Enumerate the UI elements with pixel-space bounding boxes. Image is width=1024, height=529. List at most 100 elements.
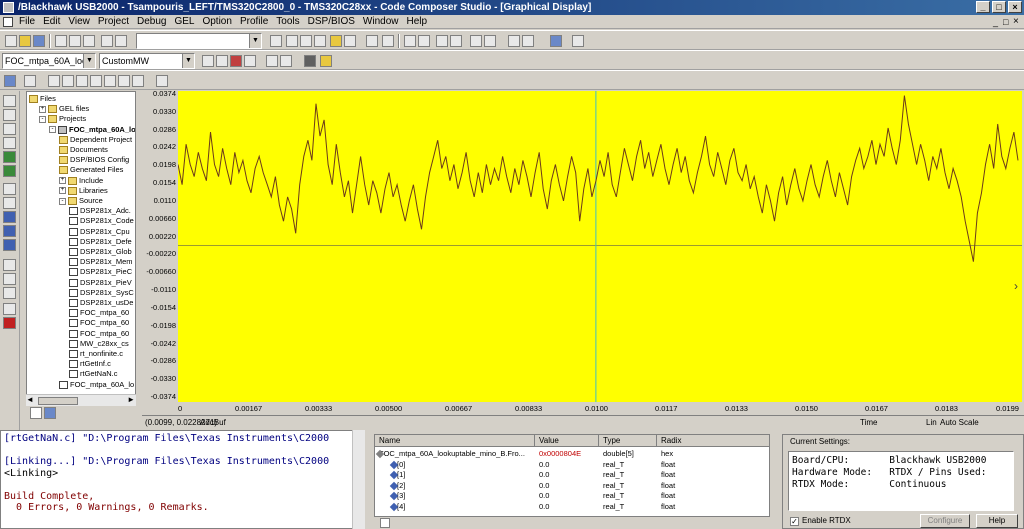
run-icon[interactable] — [3, 95, 16, 107]
tree-item[interactable]: - Projects — [39, 114, 135, 124]
find-prev-icon[interactable] — [300, 35, 312, 47]
set-pc-icon[interactable] — [3, 197, 16, 209]
step-over-debug-icon[interactable] — [3, 151, 16, 163]
expand-icon[interactable]: + — [59, 177, 66, 185]
memory-icon[interactable] — [48, 75, 60, 87]
graph-plot-area[interactable] — [178, 91, 1022, 402]
watch-cell-value[interactable]: 0x0000804E — [539, 449, 597, 459]
config-select[interactable]: CustomMW ▼ — [99, 53, 195, 69]
watch-column-header[interactable]: Name — [375, 435, 535, 447]
paste-icon[interactable] — [83, 35, 95, 47]
build-output-panel[interactable]: [rtGetNaN.c] "D:\Program Files\Texas Ins… — [0, 430, 365, 529]
mixed-mode-icon[interactable] — [104, 75, 116, 87]
help-button[interactable]: Help — [976, 514, 1018, 528]
step-out-icon[interactable] — [3, 165, 16, 177]
tree-item[interactable]: DSP281x_Cpu — [69, 227, 135, 237]
maximize-button[interactable]: □ — [992, 1, 1006, 13]
indent-icon[interactable] — [404, 35, 416, 47]
step-into-icon[interactable] — [508, 35, 520, 47]
menu-help[interactable]: Help — [402, 15, 431, 29]
assembly-step-over-icon[interactable] — [3, 225, 16, 237]
tree-item[interactable]: rt_nonfinite.c — [69, 349, 135, 359]
halt-debug-icon[interactable] — [3, 109, 16, 121]
window-cascade-icon[interactable] — [484, 35, 496, 47]
watch-column-header[interactable]: Radix — [657, 435, 769, 447]
watch-cell-value[interactable]: 0.0 — [539, 460, 597, 470]
probe-point-icon[interactable] — [320, 55, 332, 67]
stop-build-icon[interactable] — [244, 55, 256, 67]
open-file-icon[interactable] — [19, 35, 31, 47]
watch-cell-value[interactable]: 0.0 — [539, 470, 597, 480]
find-icon[interactable] — [270, 35, 282, 47]
watch-cell-value[interactable]: 0.0 — [539, 502, 597, 512]
tab-file-view[interactable] — [30, 407, 42, 419]
stop-icon[interactable] — [3, 317, 16, 329]
project-tree[interactable]: Files + GEL files - Projects - FOC_mtpa_60A_lo… — [26, 91, 136, 406]
tree-item[interactable]: FOC_mtpa_60 — [69, 318, 135, 328]
tree-item[interactable]: rtGetNaN.c — [69, 369, 135, 379]
tree-item[interactable]: DSP281x_Defe — [69, 237, 135, 247]
chevron-down-icon[interactable]: ▼ — [249, 34, 261, 48]
menu-window[interactable]: Window — [359, 15, 403, 29]
document-icon[interactable] — [3, 17, 13, 27]
watch-cell-value[interactable]: 0.0 — [539, 481, 597, 491]
new-file-icon[interactable] — [5, 35, 17, 47]
output-window-icon[interactable] — [132, 75, 144, 87]
tree-item[interactable]: + GEL files — [39, 104, 135, 114]
profile-icon[interactable] — [3, 239, 16, 251]
collapse-icon[interactable]: - — [39, 115, 46, 123]
step-into-debug-icon[interactable] — [3, 137, 16, 149]
tree-item[interactable]: - Source — [59, 196, 135, 206]
outdent-icon[interactable] — [418, 35, 430, 47]
copy-icon[interactable] — [69, 35, 81, 47]
pin-icon[interactable] — [572, 35, 584, 47]
disassembly-icon[interactable] — [76, 75, 88, 87]
collapse-icon[interactable]: - — [59, 197, 66, 205]
breakpoint-icon[interactable] — [304, 55, 316, 67]
tree-item[interactable]: DSP/BIOS Config — [59, 155, 135, 165]
graph-icon[interactable] — [4, 75, 16, 87]
window-tile-icon[interactable] — [470, 35, 482, 47]
toggle-probe-icon[interactable] — [3, 287, 16, 299]
run-to-cursor-debug-icon[interactable] — [3, 183, 16, 195]
tree-item[interactable]: Documents — [59, 145, 135, 155]
tree-horizontal-scrollbar[interactable]: ◄ ► — [26, 394, 136, 406]
watch-window[interactable]: Name Value Type Radix FOC_mtpa_60A_lookuptab… — [374, 434, 770, 529]
tree-item[interactable]: FOC_mtpa_60 — [69, 308, 135, 318]
cut-icon[interactable] — [55, 35, 67, 47]
toggle-breakpoint-icon[interactable] — [3, 259, 16, 271]
watch-icon[interactable] — [24, 75, 36, 87]
tree-item[interactable]: DSP281x_Adc. — [69, 206, 135, 216]
menu-debug[interactable]: Debug — [133, 15, 170, 29]
reset-icon[interactable] — [280, 55, 292, 67]
watch-column-header[interactable]: Type — [599, 435, 657, 447]
menu-profile[interactable]: Profile — [236, 15, 272, 29]
registers-icon[interactable] — [62, 75, 74, 87]
tree-item[interactable]: Dependent Project — [59, 135, 135, 145]
chevron-right-icon[interactable]: › — [1010, 280, 1022, 292]
tab-bookmarks[interactable] — [44, 407, 56, 419]
tree-item[interactable]: FOC_mtpa_60 — [69, 329, 135, 339]
doc-minimize-button[interactable]: _ — [993, 17, 998, 27]
clear-breakpoints-icon[interactable] — [3, 273, 16, 285]
print-icon[interactable] — [366, 35, 378, 47]
doc-close-button[interactable]: × — [1013, 16, 1019, 27]
profile-point-icon[interactable] — [3, 303, 16, 315]
search-combo[interactable]: ▼ — [136, 33, 262, 49]
menu-edit[interactable]: Edit — [39, 15, 64, 29]
watch-cell-value[interactable]: 0.0 — [539, 491, 597, 501]
tree-item[interactable]: MW_c28xx_cs — [69, 339, 135, 349]
tree-item[interactable]: DSP281x_SysC — [69, 288, 135, 298]
scroll-left-icon[interactable]: ◄ — [26, 395, 34, 404]
minimize-button[interactable]: _ — [976, 1, 990, 13]
tree-item[interactable]: DSP281x_Code — [69, 216, 135, 226]
step-over-icon[interactable] — [522, 35, 534, 47]
menu-tools[interactable]: Tools — [272, 15, 303, 29]
comment-icon[interactable] — [436, 35, 448, 47]
rebuild-all-icon[interactable] — [230, 55, 242, 67]
uncomment-icon[interactable] — [450, 35, 462, 47]
chevron-down-icon[interactable]: ▼ — [83, 54, 95, 68]
assembly-step-icon[interactable] — [3, 211, 16, 223]
menu-project[interactable]: Project — [94, 15, 133, 29]
menu-gel[interactable]: GEL — [170, 15, 198, 29]
